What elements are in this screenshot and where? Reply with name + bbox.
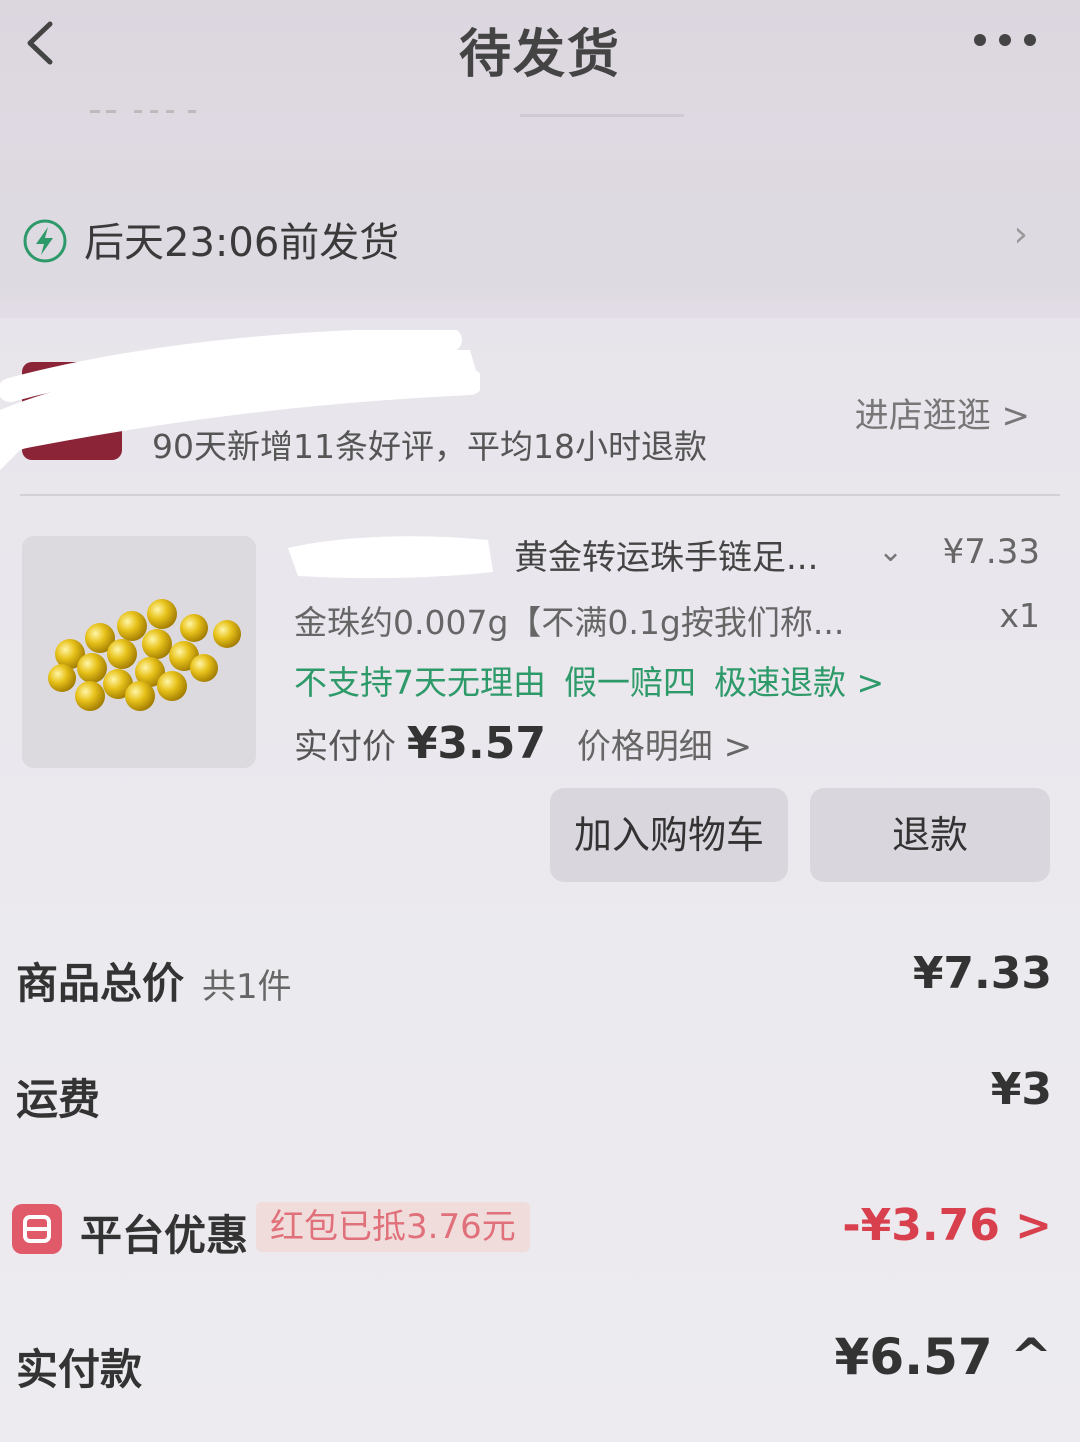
refund-button[interactable]: 退款 xyxy=(810,788,1050,882)
discount-tag: 红包已抵3.76元 xyxy=(256,1202,530,1252)
goods-count: 共1件 xyxy=(202,967,292,1007)
platform-discount-label: 平台优惠 xyxy=(80,1211,249,1260)
product-tags[interactable]: 不支持7天无理由 假一赔四 极速退款 > xyxy=(294,656,902,704)
chevron-right-icon[interactable]: › xyxy=(1014,214,1028,255)
divider xyxy=(20,494,1060,496)
goods-total-value: ¥7.33 xyxy=(912,948,1052,999)
store-stats: 90天新增11条好评，平均18小时退款 xyxy=(152,427,707,466)
product-image[interactable] xyxy=(22,536,256,768)
redaction-scribble xyxy=(288,536,493,579)
shipping-fee-value: ¥3 xyxy=(990,1064,1052,1115)
shipping-deadline: 后天23:06前发货 xyxy=(84,220,400,266)
page-title: 待发货 xyxy=(458,25,621,85)
visit-store-link[interactable]: 进店逛逛 > xyxy=(855,388,1030,437)
goods-total-row: 商品总价 共1件 xyxy=(16,950,292,1011)
tag-fast-refund[interactable]: 极速退款 > xyxy=(714,663,884,702)
tag-no-return: 不支持7天无理由 xyxy=(294,663,546,702)
paid-total-label: 实付款 xyxy=(16,1345,143,1394)
goods-total-label: 商品总价 xyxy=(16,959,185,1008)
gold-beads-image xyxy=(48,599,241,711)
more-options-icon[interactable] xyxy=(970,30,1040,50)
product-quantity: x1 xyxy=(999,596,1040,635)
tag-fake-penalty: 假一赔四 xyxy=(564,663,696,702)
paid-price-label: 实付价 xyxy=(294,727,396,767)
paid-price-amount: ¥3.57 xyxy=(406,718,546,769)
lightning-icon xyxy=(23,219,67,263)
paid-price-row: 实付价 ¥3.57 价格明细 > xyxy=(294,718,752,769)
chevron-down-icon[interactable]: ⌄ xyxy=(878,534,903,569)
product-spec: 金珠约0.007g【不满0.1g按我们称... xyxy=(294,603,845,642)
header-sub-strip xyxy=(90,110,684,117)
platform-coupon-icon xyxy=(12,1204,62,1254)
product-title[interactable]: 黄金转运珠手链足... xyxy=(514,530,818,579)
discount-value[interactable]: -¥3.76 > xyxy=(842,1200,1052,1251)
shipping-fee-label: 运费 xyxy=(16,1075,101,1124)
paid-total-value[interactable]: ¥6.57 ^ xyxy=(835,1328,1052,1386)
add-to-cart-button[interactable]: 加入购物车 xyxy=(550,788,788,882)
price-detail-link[interactable]: 价格明细 > xyxy=(577,727,752,767)
product-price: ¥7.33 xyxy=(942,532,1040,572)
